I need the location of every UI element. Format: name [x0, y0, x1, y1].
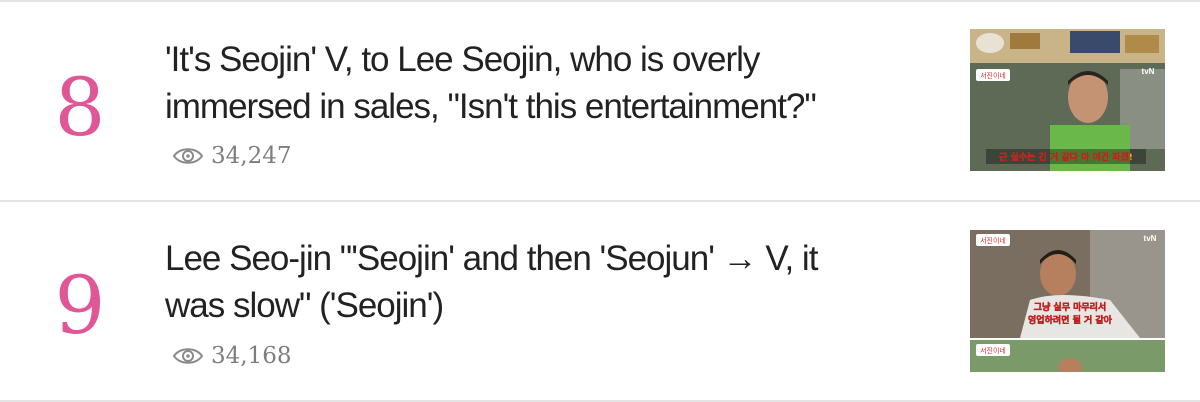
view-count: 34,168 [172, 341, 291, 371]
thumbnail-caption: 그냥 실무 마무리서 [1034, 301, 1107, 313]
view-count-value: 34,168 [211, 343, 292, 369]
show-badge: 서진이네 [980, 236, 1006, 245]
view-count: 34,247 [172, 141, 291, 171]
rank-number: 8 [54, 61, 106, 154]
article-title-line: 'It's Seojin' V, to Lee Seojin, who is o… [165, 40, 760, 79]
article-title-line: was slow" ('Seojin') [165, 286, 444, 325]
eye-icon [172, 148, 204, 164]
eye-icon [172, 348, 204, 364]
article-ranking-list: 8 'It's Seojin' V, to Lee Seojin, who is… [0, 0, 1200, 402]
article-title[interactable]: Lee Seo-jin "'Seojin' and then 'Seojun' … [165, 235, 925, 329]
article-thumbnail[interactable]: 서진이네 tvN 근 실수는 긴 거 같다 아 이건 파겠! [970, 29, 1165, 171]
show-badge: 서진이네 [980, 71, 1006, 80]
list-item-rank-9[interactable]: 9 Lee Seo-jin "'Seojin' and then 'Seojun… [0, 202, 1200, 400]
channel-logo: tvN [1144, 234, 1157, 243]
view-count-value: 34,247 [211, 143, 292, 169]
channel-logo: tvN [1142, 67, 1155, 76]
thumbnail-caption: 영업하려면 될 거 같아 [1028, 314, 1113, 326]
list-item-rank-8[interactable]: 8 'It's Seojin' V, to Lee Seojin, who is… [0, 2, 1200, 200]
thumbnail-caption: 근 실수는 긴 거 같다 아 이건 파겠! [999, 151, 1133, 163]
article-title-line: immersed in sales, "Isn't this entertain… [165, 87, 817, 126]
article-title[interactable]: 'It's Seojin' V, to Lee Seojin, who is o… [165, 36, 925, 130]
article-title-line: Lee Seo-jin "'Seojin' and then 'Seojun' … [165, 239, 818, 278]
article-thumbnail[interactable]: 서진이네 tvN 그냥 실무 마무리서 영업하려면 될 거 같아 서진이네 [970, 230, 1165, 372]
rank-number: 9 [54, 259, 106, 352]
show-badge: 서진이네 [980, 346, 1006, 355]
